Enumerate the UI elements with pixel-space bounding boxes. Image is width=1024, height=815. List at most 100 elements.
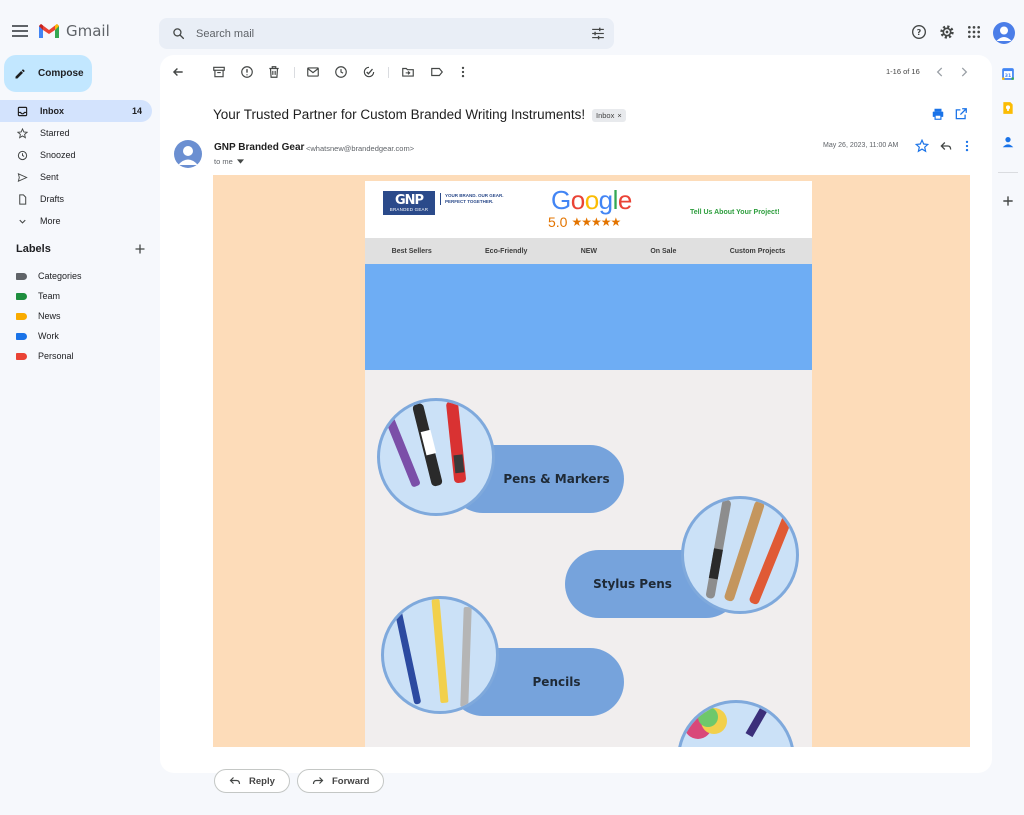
reply-arrow-icon bbox=[229, 777, 241, 785]
open-new-window-icon[interactable] bbox=[954, 107, 968, 121]
account-avatar[interactable] bbox=[993, 22, 1015, 44]
balloons-illustration-icon bbox=[684, 707, 768, 739]
label-item-team[interactable]: Team bbox=[0, 286, 152, 306]
add-addon-plus-icon[interactable] bbox=[1001, 194, 1015, 208]
chevron-down-icon bbox=[18, 219, 26, 224]
help-icon[interactable]: ? bbox=[911, 24, 927, 40]
star-outline-icon[interactable] bbox=[915, 139, 929, 153]
nav-custom-projects[interactable]: Custom Projects bbox=[730, 248, 786, 255]
trash-icon[interactable] bbox=[267, 65, 281, 79]
sidebar-nav: Inbox 14 Starred Snoozed Sent Drafts Mor… bbox=[0, 100, 152, 232]
google-rating: 5.0 ★★★★★ bbox=[548, 214, 621, 230]
newsletter: GNP BRANDED GEAR YOUR BRAND. OUR GEAR. P… bbox=[365, 181, 812, 747]
label-name: News bbox=[38, 311, 61, 321]
nav-new[interactable]: NEW bbox=[581, 248, 597, 255]
product-categories: Pens & Markers Stylus Pens Pencils bbox=[365, 370, 812, 747]
reply-arrow-icon[interactable] bbox=[939, 139, 953, 153]
pens-markers-image[interactable] bbox=[377, 398, 495, 516]
pencil-icon bbox=[15, 68, 25, 78]
calendar-icon[interactable]: 31 bbox=[1001, 67, 1015, 81]
label-item-personal[interactable]: Personal bbox=[0, 346, 152, 366]
label-item-categories[interactable]: Categories bbox=[0, 266, 152, 286]
nav-on-sale[interactable]: On Sale bbox=[650, 248, 676, 255]
sidebar-item-label: Drafts bbox=[40, 194, 65, 204]
label-item-news[interactable]: News bbox=[0, 306, 152, 326]
labels-title: Labels bbox=[16, 243, 51, 255]
more-vertical-icon[interactable] bbox=[960, 139, 974, 153]
star-icon bbox=[16, 127, 28, 139]
sender-name: GNP Branded Gear bbox=[214, 142, 305, 153]
gmail-m-icon bbox=[39, 24, 59, 38]
project-cta-link[interactable]: Tell Us About Your Project! bbox=[690, 209, 780, 216]
google-logo[interactable]: Google bbox=[551, 185, 632, 216]
chevron-right-icon[interactable] bbox=[957, 65, 971, 79]
move-to-folder-icon[interactable] bbox=[401, 65, 415, 79]
sidebar-item-sent[interactable]: Sent bbox=[0, 166, 152, 188]
back-arrow-icon[interactable] bbox=[171, 65, 185, 79]
main-menu-button[interactable] bbox=[10, 22, 30, 42]
nav-best-sellers[interactable]: Best Sellers bbox=[392, 248, 432, 255]
search-bar bbox=[159, 18, 614, 49]
gnp-logo[interactable]: GNP BRANDED GEAR bbox=[383, 191, 435, 215]
snooze-clock-icon[interactable] bbox=[334, 65, 348, 79]
remove-label-close-icon[interactable]: × bbox=[617, 111, 621, 120]
forward-button[interactable]: Forward bbox=[297, 769, 385, 793]
label-item-work[interactable]: Work bbox=[0, 326, 152, 346]
sidebar-item-more[interactable]: More bbox=[0, 210, 152, 232]
search-options-icon[interactable] bbox=[591, 27, 605, 40]
apps-grid-icon[interactable] bbox=[966, 24, 982, 40]
clock-icon bbox=[17, 150, 27, 160]
add-label-plus-icon[interactable] bbox=[134, 243, 146, 255]
more-category-image[interactable] bbox=[677, 700, 795, 747]
svg-text:?: ? bbox=[917, 28, 922, 37]
sidebar-item-label: Snoozed bbox=[40, 150, 76, 160]
sidebar-item-label: Sent bbox=[40, 172, 59, 182]
email-date: May 26, 2023, 11:00 AM bbox=[823, 142, 899, 149]
user-silhouette-icon bbox=[178, 146, 198, 165]
label-tag-outline-icon[interactable] bbox=[430, 65, 444, 79]
chevron-left-icon[interactable] bbox=[933, 65, 947, 79]
mark-unread-mail-icon[interactable] bbox=[306, 65, 320, 79]
category-label: Stylus Pens bbox=[593, 577, 672, 591]
sidebar-item-snoozed[interactable]: Snoozed bbox=[0, 144, 152, 166]
pencils-illustration-icon bbox=[384, 599, 472, 708]
inbox-label-badge[interactable]: Inbox × bbox=[592, 109, 626, 122]
gmail-logo[interactable]: Gmail bbox=[38, 22, 110, 40]
rating-value: 5.0 bbox=[548, 214, 568, 230]
toolbar-divider bbox=[294, 67, 295, 78]
sidebar-item-drafts[interactable]: Drafts bbox=[0, 188, 152, 210]
report-spam-icon[interactable] bbox=[240, 65, 254, 79]
contacts-icon[interactable] bbox=[1001, 135, 1015, 149]
inbox-icon bbox=[17, 106, 27, 116]
label-tag-icon bbox=[16, 272, 27, 280]
sidebar-item-starred[interactable]: Starred bbox=[0, 122, 152, 144]
settings-gear-icon[interactable] bbox=[939, 24, 955, 40]
print-icon[interactable] bbox=[931, 107, 945, 121]
add-task-icon[interactable] bbox=[362, 65, 376, 79]
sender-email: <whatsnew@brandedgear.com> bbox=[306, 144, 415, 153]
caret-down-icon bbox=[236, 159, 244, 164]
sidebar-item-inbox[interactable]: Inbox 14 bbox=[0, 100, 152, 122]
reply-button[interactable]: Reply bbox=[214, 769, 290, 793]
email-subject: Your Trusted Partner for Custom Branded … bbox=[213, 107, 586, 122]
recipient-details[interactable]: to me bbox=[214, 157, 244, 166]
sender-avatar[interactable] bbox=[174, 140, 202, 168]
logo-sub-text: BRANDED GEAR bbox=[389, 206, 429, 212]
keep-notes-icon[interactable] bbox=[1001, 101, 1015, 115]
compose-button[interactable]: Compose bbox=[4, 55, 92, 92]
hero-banner[interactable] bbox=[365, 264, 812, 370]
pencils-image[interactable] bbox=[381, 596, 499, 714]
nav-eco-friendly[interactable]: Eco-Friendly bbox=[485, 248, 527, 255]
label-tag-icon bbox=[16, 332, 27, 340]
search-icon[interactable] bbox=[172, 27, 185, 40]
archive-icon[interactable] bbox=[212, 65, 226, 79]
sidebar-item-label: Inbox bbox=[40, 106, 64, 116]
more-vertical-icon[interactable] bbox=[456, 65, 470, 79]
forward-arrow-icon bbox=[312, 777, 324, 785]
logo-main-text: GNP bbox=[394, 192, 424, 208]
sidebar-item-label: More bbox=[40, 216, 61, 226]
reply-label: Reply bbox=[249, 775, 275, 787]
message-view: 1-16 of 16 Your Trusted Partner for Cust… bbox=[160, 55, 992, 773]
stylus-pens-image[interactable] bbox=[681, 496, 799, 614]
search-input[interactable] bbox=[196, 24, 576, 44]
